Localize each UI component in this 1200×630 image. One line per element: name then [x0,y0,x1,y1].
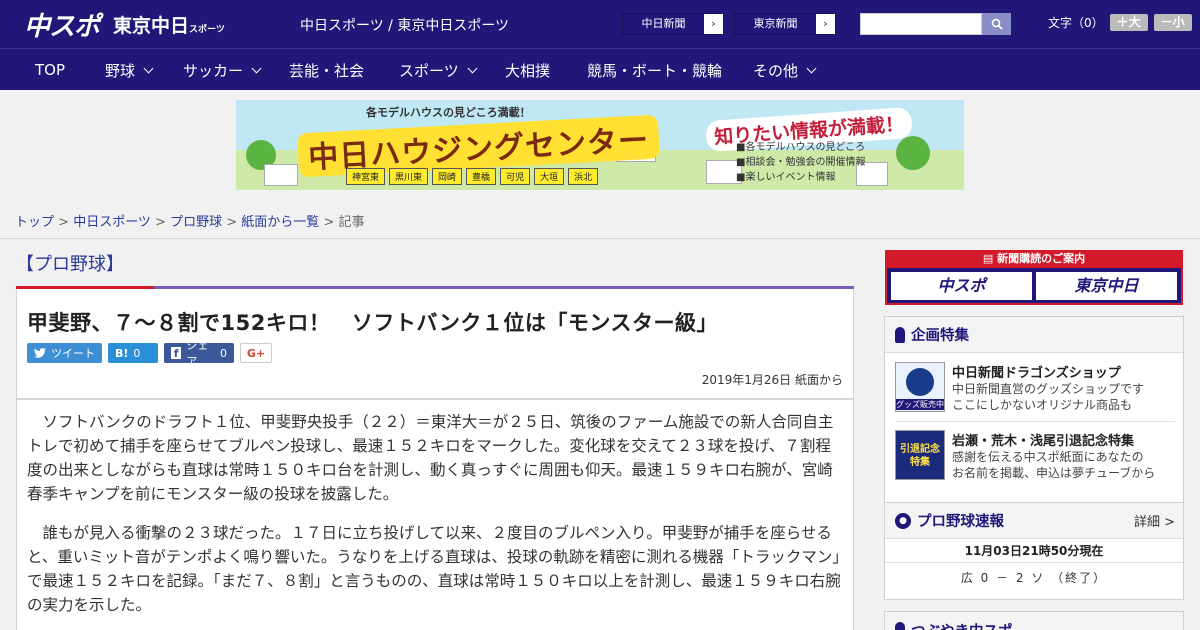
feature-box: 企画特集 グッズ販売中 中日新聞ドラゴンズショップ 中日新聞直営のグッズショップ… [884,316,1184,511]
breadcrumb-pro-baseball[interactable]: プロ野球 [170,215,222,230]
nav-sports[interactable]: スポーツ [399,49,478,91]
nav-entertainment[interactable]: 芸能・社会 [289,49,364,91]
hatena-bookmark-button[interactable]: B! 0 [108,343,158,363]
tweet-button[interactable]: ツイート [27,343,102,363]
breadcrumb: トップ > 中日スポーツ > プロ野球 > 紙面から一覧 > 記事 [15,215,365,230]
chevron-down-icon [251,63,262,73]
chunichi-shimbun-button[interactable]: 中日新聞 › [622,13,724,35]
section-title: 【プロ野球】 [16,254,124,275]
article-date: 2019年1月26日 紙面から [701,373,843,387]
article-paragraph: 誰もが見入る衝撃の２３球だった。１７日に立ち投げして以来、２度目のブルペン入り。… [27,524,841,614]
facebook-count: 0 [220,346,227,360]
subscription-heading: ▤ 新聞購読のご案内 [887,250,1181,268]
chevron-down-icon [806,63,817,73]
banner-info-list: ■各モデルハウスの見どころ ■相談会・勉強会の開催情報 ■楽しいイベント情報 [736,142,866,183]
article-body: ソフトバンクのドラフト１位、甲斐野央投手（２２）＝東洋大＝が２５日、筑後のファー… [16,399,854,630]
article-header: 甲斐野、７～８割で152キロ！ ソフトバンク１位は「モンスター級」 ツイート B… [16,289,854,399]
nav-soccer[interactable]: サッカー [183,49,262,91]
font-smaller-button[interactable]: －小 [1153,14,1192,31]
chevron-down-icon [143,63,154,73]
housing-center-banner[interactable]: 各モデルハウスの見どころ満載！ 中日ハウジングセンター 知りたい情報が満載！ ■… [236,100,964,190]
search-icon [991,18,1003,30]
banner-town-list: 神宮東 黒川東 岡崎 豊橋 可児 大垣 浜北 [346,168,599,185]
breadcrumb-top[interactable]: トップ [15,215,54,230]
tree-illustration [896,136,930,170]
chevron-right-icon: › [823,17,828,30]
feature-desc: 中日新聞直営のグッズショップです ここにしかないオリジナル商品も [952,382,1145,412]
live-score-header: ● プロ野球速報 詳細 > [885,503,1183,539]
divider [0,238,1200,239]
town-tag: 黒川東 [389,168,429,185]
main-nav: TOP 野球 サッカー 芸能・社会 スポーツ 大相撲 競馬・ボート・競輪 その他 [0,48,1200,90]
chevron-down-icon [467,63,478,73]
nav-baseball[interactable]: 野球 [105,49,154,91]
facebook-icon: f [171,347,182,360]
nav-keiba[interactable]: 競馬・ボート・競輪 [587,49,722,91]
logo-chuspo: 中スポ [24,11,100,42]
site-header: 中スポ 東京中日スポーツ 中日スポーツ / 東京中日スポーツ 中日新聞 › 東京… [0,0,1200,48]
font-size-control: 文字（0） ＋大 －小 [1048,14,1192,31]
newspaper-icon: ▤ [982,252,998,265]
town-tag: 浜北 [568,168,599,185]
town-tag: 大垣 [534,168,565,185]
search-input[interactable] [860,13,982,35]
baseball-icon: ● [895,512,911,529]
feature-item-retirement-special[interactable]: 引退記念特集 岩瀬・荒木・浅尾引退記念特集 感謝を伝える中スポ紙面にあなたの お名… [895,430,1175,482]
feature-item-dragons-shop[interactable]: グッズ販売中 中日新聞ドラゴンズショップ 中日新聞直営のグッズショップです ここに… [895,362,1175,414]
twitter-bird-icon [895,622,905,630]
tsubuyaki-box: つぶやき中スポ [884,611,1184,630]
live-score-box: ● プロ野球速報 詳細 > 11月03日21時50分現在 広 0 － 2 ソ （… [884,502,1184,600]
mascot-icon [906,368,934,396]
nav-other[interactable]: その他 [753,49,817,91]
site-logo[interactable]: 中スポ 東京中日スポーツ [24,8,225,42]
font-larger-button[interactable]: ＋大 [1109,14,1148,31]
feature-title: 中日新聞ドラゴンズショップ [952,366,1121,381]
divider [895,421,1175,422]
banner-top-line: 各モデルハウスの見どころ満載！ [366,106,531,119]
feature-desc: 感謝を伝える中スポ紙面にあなたの お名前を掲載、申込は夢チューブから [952,450,1156,480]
site-search [860,13,1011,35]
town-tag: 豊橋 [466,168,497,185]
font-size-label: 文字（0） [1048,16,1104,30]
article-headline: 甲斐野、７～８割で152キロ！ ソフトバンク１位は「モンスター級」 [27,311,718,335]
twitter-icon [34,348,46,358]
feature-box-header: 企画特集 [885,317,1183,353]
feature-title: 岩瀬・荒木・浅尾引退記念特集 [952,434,1135,449]
nav-top[interactable]: TOP [35,49,65,91]
subscription-logos: 中スポ 東京中日 [887,268,1181,304]
subscription-banner[interactable]: ▤ 新聞購読のご案内 中スポ 東京中日 [885,250,1183,305]
breadcrumb-paper-list[interactable]: 紙面から一覧 [241,215,319,230]
feature-thumbnail: グッズ販売中 [895,362,945,412]
town-tag: 岡崎 [432,168,463,185]
pin-icon [895,326,905,343]
breadcrumb-chunichi-sports[interactable]: 中日スポーツ [73,215,151,230]
town-tag: 神宮東 [346,168,386,185]
google-plus-button[interactable]: G+ [240,343,272,363]
article-paragraph: ソフトバンクのドラフト１位、甲斐野央投手（２２）＝東洋大＝が２５日、筑後のファー… [27,413,834,503]
hatena-count: 0 [133,346,141,360]
facebook-share-button[interactable]: f シェア 0 [164,339,234,368]
live-detail-link[interactable]: 詳細 > [1134,511,1175,530]
hatena-icon: B! [115,346,129,360]
house-illustration [264,164,298,186]
tokyo-shimbun-button[interactable]: 東京新聞 › [734,13,836,35]
nav-sumo[interactable]: 大相撲 [505,49,550,91]
chuspo-logo[interactable]: 中スポ [891,272,1032,300]
live-timestamp: 11月03日21時50分現在 [885,539,1183,563]
feature-thumbnail: 引退記念特集 [895,430,945,480]
tsubuyaki-header: つぶやき中スポ [885,612,1183,630]
town-tag: 可児 [500,168,531,185]
breadcrumb-current: 記事 [338,215,365,230]
share-buttons: ツイート B! 0 f シェア 0 G+ [27,339,272,368]
header-tagline: 中日スポーツ / 東京中日スポーツ [300,18,510,34]
search-button[interactable] [982,13,1011,35]
chevron-right-icon: › [711,17,716,30]
live-score-line[interactable]: 広 0 － 2 ソ （終了） [885,563,1183,593]
logo-tokyo-chunichi: 東京中日スポーツ [113,14,225,37]
tokyo-chunichi-logo[interactable]: 東京中日 [1036,272,1177,300]
